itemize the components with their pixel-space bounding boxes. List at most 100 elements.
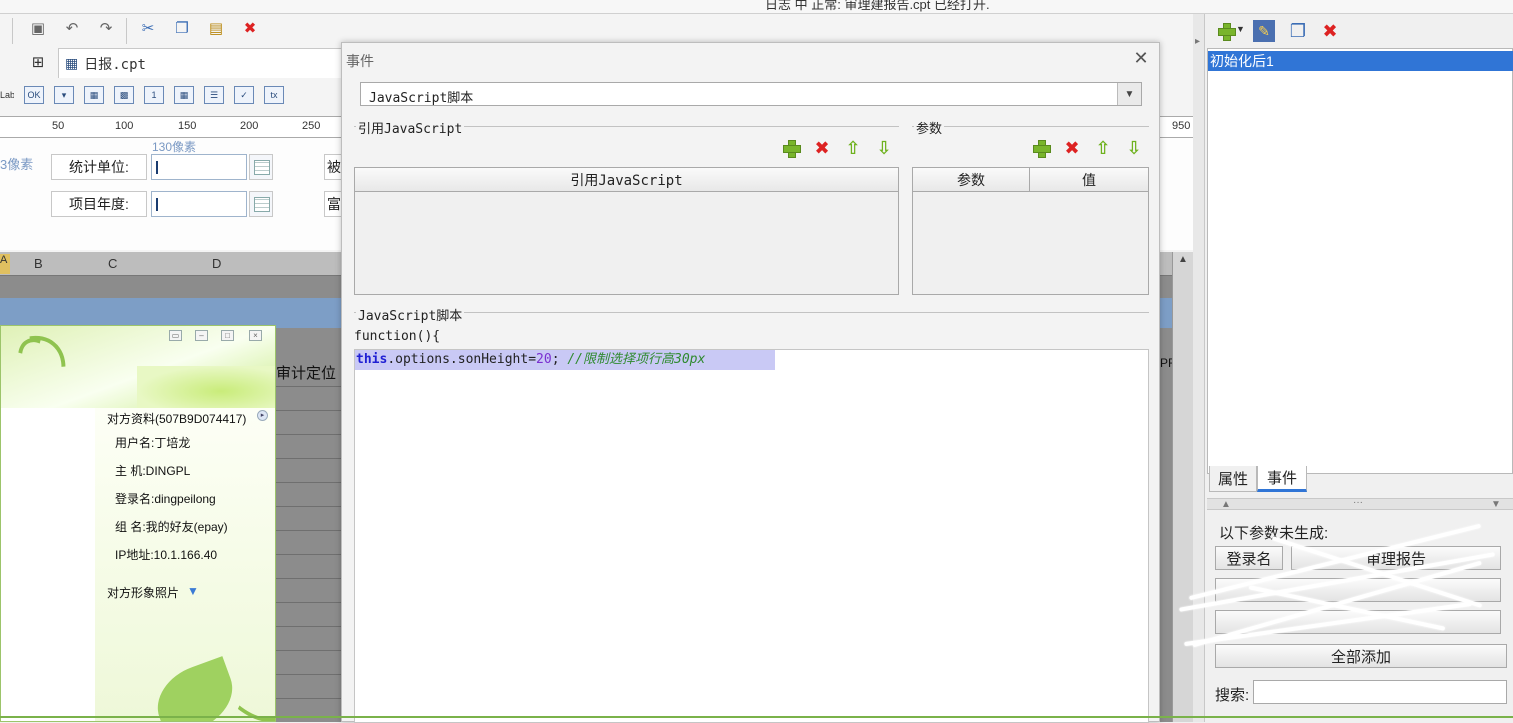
button-widget-icon[interactable]: OK [24,86,44,104]
dialog-title: 事件 [346,53,374,69]
report-icon: ▦ [65,55,79,71]
add-login-param-button[interactable]: 登录名 [1215,546,1283,570]
code-member: .options.sonHeight= [387,352,537,367]
column-b[interactable]: B [34,256,43,271]
save-icon[interactable]: ▣ [26,16,50,40]
year-input[interactable] [151,191,247,217]
cut-icon[interactable]: ✂ [136,16,160,40]
delete-icon[interactable]: ✖ [238,16,262,40]
code-function-header: function(){ [354,329,441,344]
code-editor[interactable]: this.options.sonHeight=20; //限制选择项行高30px [354,349,1149,723]
widget-toolbar: Label OK ▾ ▦ ▩ 1 ▦ ☰ ✓ tx [0,80,360,110]
chat-maximize-icon[interactable]: □ [221,330,234,341]
move-up-ref-icon[interactable]: ⇧ [844,139,862,157]
param-group-label: 参数 [914,118,945,137]
code-number: 20 [536,352,552,367]
event-item[interactable]: 初始化后1 [1208,51,1513,71]
param-label-year[interactable]: 项目年度: [51,191,147,217]
paste-icon[interactable]: ▤ [204,16,228,40]
unit-input[interactable] [151,154,247,180]
param-button-3[interactable] [1215,610,1501,634]
chat-header-art: ▭ – □ × [1,326,275,434]
add-ref-icon[interactable] [782,139,801,158]
add-event-icon[interactable] [1217,22,1236,41]
drag-handle-icon[interactable]: ··· [1353,497,1363,508]
code-semicolon: ; [551,352,568,367]
chat-message-area[interactable] [1,408,95,721]
edit-event-icon[interactable]: ✎ [1253,20,1275,42]
ref-js-table[interactable]: 引用JavaScript [354,167,899,295]
delete-event-icon[interactable]: ✖ [1321,22,1339,40]
label-widget[interactable]: Label [0,90,14,100]
collapse-up-icon[interactable]: ▲ [1221,499,1231,510]
new-report-icon[interactable]: ⊞ [26,50,50,74]
value-column-header: 值 [1030,168,1148,192]
unit-picker-button[interactable] [249,154,273,180]
param-table[interactable]: 参数 值 [912,167,1149,295]
code-keyword: this [356,352,388,367]
code-comment: //限制选择项行高30px [567,352,706,367]
ruler-mark: 950 [1172,120,1191,132]
contact-title: 对方资料(507B9D074417) [107,412,247,426]
ruler-mark: 100 [115,120,134,132]
script-type-select[interactable]: JavaScript脚本 ▼ [360,82,1142,106]
contact-username: 用户名:丁培龙 [115,436,191,450]
list-widget-icon[interactable]: ☰ [204,86,224,104]
collapse-icon[interactable]: ▸ [1195,36,1200,47]
vertical-scrollbar[interactable]: ▲ [1172,252,1193,722]
textarea-widget-icon[interactable]: tx [264,86,284,104]
chat-restore-icon[interactable]: ▭ [169,330,182,341]
redo-icon[interactable]: ↷ [94,16,118,40]
copy-event-icon[interactable]: ❐ [1287,20,1309,42]
remove-ref-icon[interactable]: ✖ [813,139,831,157]
status-text: 日志 中 正常: 审理建报告.cpt 已经打开. [765,0,990,12]
move-down-param-icon[interactable]: ⇩ [1125,139,1143,157]
bottom-edge [0,716,1513,718]
tab-events[interactable]: 事件 [1257,466,1307,492]
ruler-mark: 250 [302,120,321,132]
combo-widget-icon[interactable]: ▾ [54,86,74,104]
copy-icon[interactable]: ❐ [170,16,194,40]
column-a[interactable]: A [0,254,10,274]
tree-widget-icon[interactable]: ▦ [174,86,194,104]
date-widget-icon[interactable]: ▩ [114,86,134,104]
grid-widget-icon[interactable]: ▦ [84,86,104,104]
column-d[interactable]: D [212,256,221,271]
ruler-mark: 50 [52,120,65,132]
add-param-icon[interactable] [1032,139,1051,158]
undo-icon[interactable]: ↶ [60,16,84,40]
number-widget-icon[interactable]: 1 [144,86,164,104]
event-toolbar: ▼ ✎ ❐ ✖ [1205,14,1513,48]
script-type-value: JavaScript脚本 [369,91,474,106]
section-divider[interactable]: ▲ ··· ▼ [1207,497,1513,510]
column-c[interactable]: C [108,256,117,271]
contact-host: 主 机:DINGPL [115,464,191,478]
remove-param-icon[interactable]: ✖ [1063,139,1081,157]
expand-icon[interactable]: ▸ [257,410,268,421]
add-all-button[interactable]: 全部添加 [1215,644,1507,668]
script-group-label: JavaScript脚本 [356,305,465,324]
param-column-header: 参数 [913,168,1030,192]
panel-splitter[interactable]: ▸ [1193,14,1205,722]
width-hint: 130像素 [152,140,197,154]
ref-js-column-header: 引用JavaScript [355,168,898,192]
tab-file-label: 日报.cpt [84,56,146,73]
event-list[interactable]: 初始化后1 [1207,48,1513,474]
scroll-up-icon[interactable]: ▲ [1175,254,1191,270]
chat-close-icon[interactable]: × [249,330,262,341]
tab-properties[interactable]: 属性 [1209,466,1257,492]
param-label-unit[interactable]: 统计单位: [51,154,147,180]
leaf-art [137,366,275,408]
search-input[interactable] [1253,680,1507,704]
checkbox-widget-icon[interactable]: ✓ [234,86,254,104]
move-up-param-icon[interactable]: ⇧ [1094,139,1112,157]
year-picker-button[interactable] [249,191,273,217]
close-icon[interactable]: ✕ [1130,48,1152,68]
collapse-down-icon[interactable]: ▼ [1491,499,1501,510]
ref-js-group-label: 引用JavaScript [356,118,465,137]
chat-minimize-icon[interactable]: – [195,330,208,341]
move-down-ref-icon[interactable]: ⇩ [875,139,893,157]
tab-file[interactable]: ▦ 日报.cpt [58,48,348,78]
chevron-down-icon[interactable]: ▼ [1236,24,1245,34]
chevron-down-icon[interactable]: ▼ [1117,83,1141,105]
